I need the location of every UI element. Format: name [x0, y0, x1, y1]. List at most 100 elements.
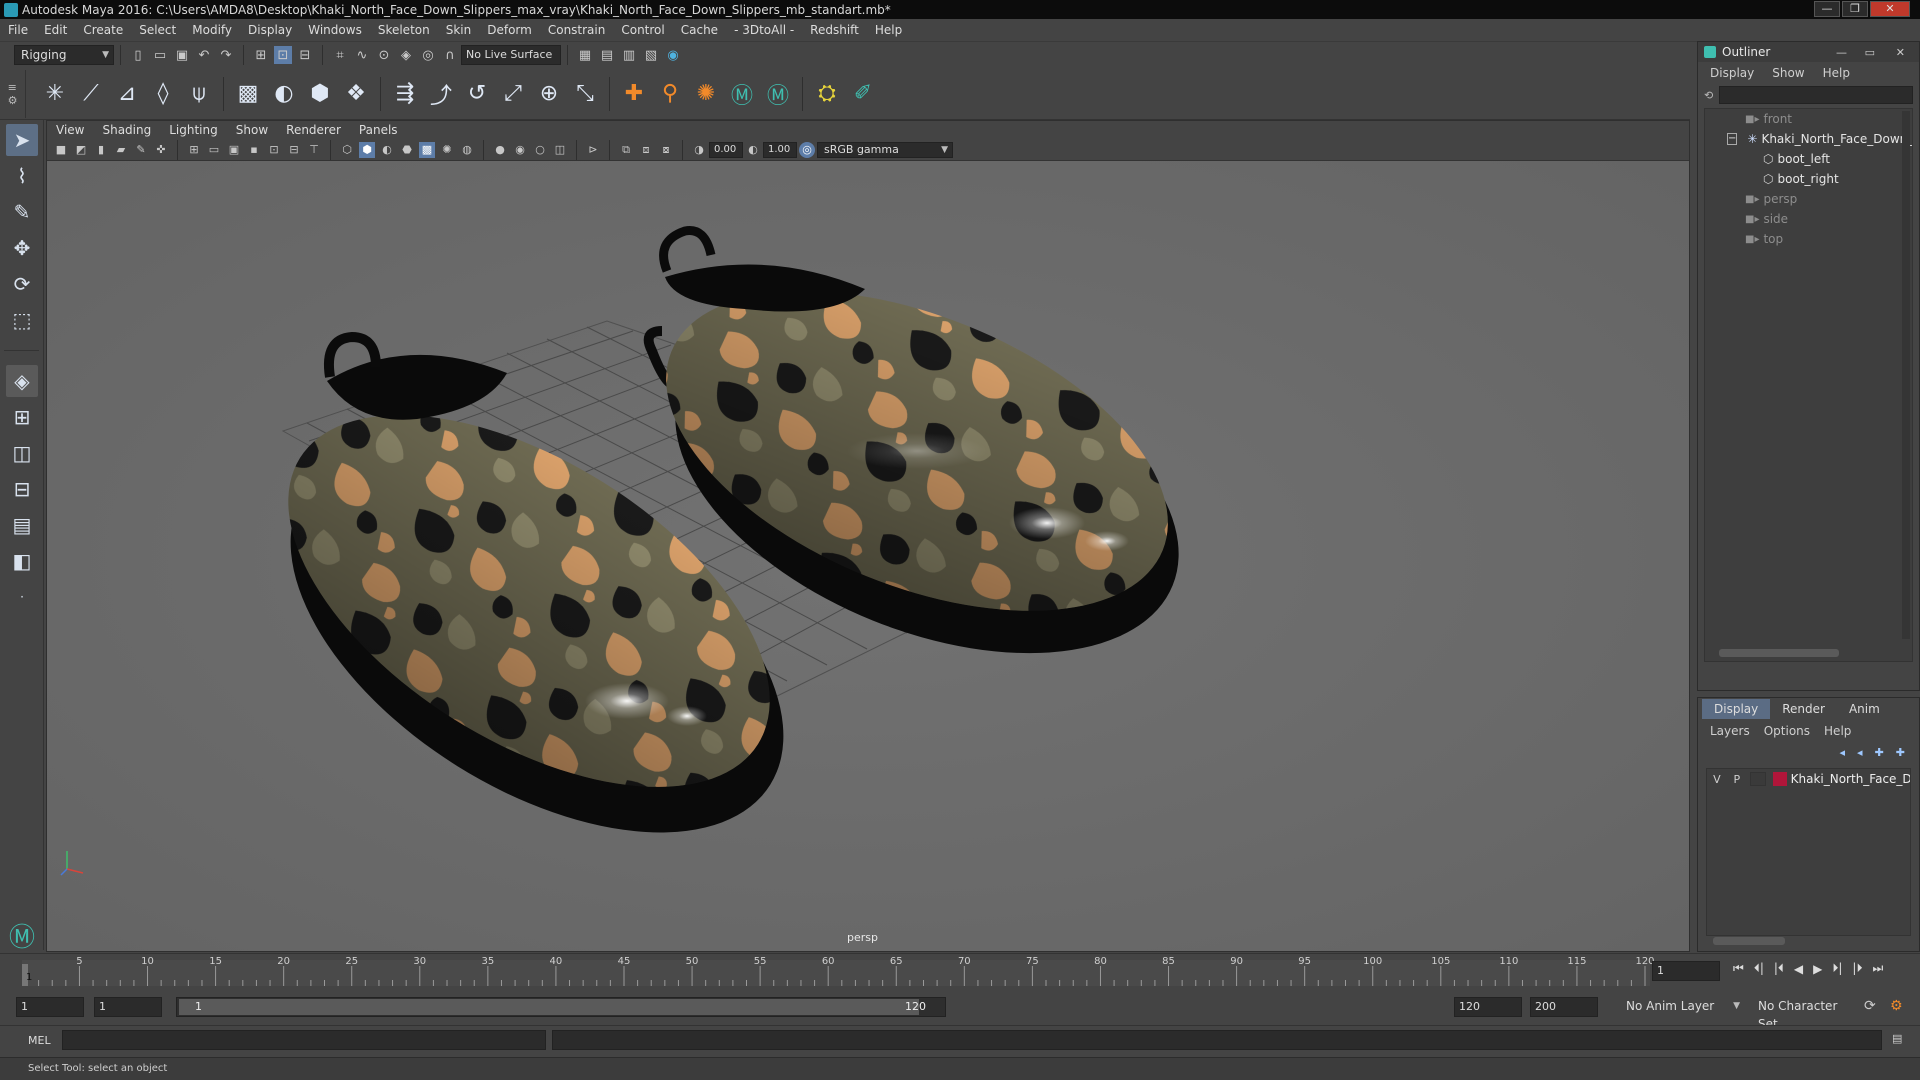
menu-edit[interactable]: Edit: [36, 23, 75, 37]
viewport-menu-panels[interactable]: Panels: [350, 123, 407, 137]
menu-cache[interactable]: Cache: [673, 23, 726, 37]
color-management-icon[interactable]: ◎: [799, 141, 815, 158]
multisample-aa-icon[interactable]: ○: [532, 142, 548, 158]
layer-menu-options[interactable]: Options: [1764, 724, 1824, 738]
menu-create[interactable]: Create: [75, 23, 131, 37]
tab-anim[interactable]: Anim: [1837, 699, 1892, 719]
character-set-dropdown[interactable]: No Character Set: [1752, 997, 1862, 1031]
viewport-menu-renderer[interactable]: Renderer: [277, 123, 350, 137]
outliner-menu-help[interactable]: Help: [1811, 66, 1862, 80]
range-bar-handle[interactable]: [179, 999, 919, 1015]
layer-color-swatch[interactable]: [1772, 772, 1787, 786]
pole-vector-icon[interactable]: ⤡: [570, 79, 600, 109]
outliner-item-boot-left[interactable]: ⬡ boot_left: [1705, 149, 1912, 169]
render-frame-icon[interactable]: ▦: [576, 46, 594, 64]
playback-end-field[interactable]: 120: [1454, 997, 1522, 1017]
menu-modify[interactable]: Modify: [184, 23, 240, 37]
layer-row[interactable]: V P Khaki_North_Face_Dov: [1707, 769, 1910, 789]
move-layer-up-icon[interactable]: ◂: [1840, 746, 1846, 759]
paint-weights-icon[interactable]: ◐: [269, 79, 299, 109]
outliner-item-boot-right[interactable]: ⬡ boot_right: [1705, 169, 1912, 189]
current-frame-field[interactable]: 1: [1652, 961, 1720, 981]
viewport-menu-view[interactable]: View: [47, 123, 93, 137]
outliner-item-top[interactable]: ■▸ top: [1705, 229, 1912, 249]
layer-visibility-toggle[interactable]: V: [1707, 773, 1727, 786]
close-icon[interactable]: ✕: [1896, 46, 1905, 59]
live-surface-field[interactable]: No Live Surface: [461, 45, 561, 65]
gamma-field[interactable]: 1.00: [763, 141, 797, 158]
exposure-field[interactable]: 0.00: [709, 141, 743, 158]
select-tool-icon[interactable]: ➤: [6, 124, 38, 156]
menu-skeleton[interactable]: Skeleton: [370, 23, 438, 37]
safe-title-icon[interactable]: ⊤: [306, 142, 322, 158]
layer-menu-layers[interactable]: Layers: [1710, 724, 1764, 738]
wireframe-on-shaded-icon[interactable]: ⬣: [399, 142, 415, 158]
anim-layer-dropdown[interactable]: No Anim Layer ▼: [1620, 997, 1744, 1017]
menu-display[interactable]: Display: [240, 23, 300, 37]
outliner-item-front[interactable]: ■▸ front: [1705, 109, 1912, 129]
wireframe-icon[interactable]: ⬡: [339, 142, 355, 158]
screen-space-ao-icon[interactable]: ●: [492, 142, 508, 158]
step-back-frame-icon[interactable]: |⏴: [1774, 961, 1784, 976]
snap-live-icon[interactable]: ◎: [419, 46, 437, 64]
outliner-search-input[interactable]: [1719, 86, 1913, 104]
shelf-menu-icon[interactable]: ≡ ⚙: [0, 69, 26, 118]
2d-pan-zoom-icon[interactable]: ✜: [153, 142, 169, 158]
tab-display[interactable]: Display: [1702, 699, 1771, 719]
new-layer-selected-icon[interactable]: ✚: [1896, 746, 1905, 759]
grid-icon[interactable]: ⊞: [186, 142, 202, 158]
textured-icon[interactable]: ▩: [419, 141, 435, 158]
xray-joints-icon[interactable]: ⧈: [638, 142, 654, 158]
grease-pencil-icon[interactable]: ✎: [133, 142, 149, 158]
joint-tool-icon[interactable]: ✳: [40, 79, 70, 109]
animation-start-field[interactable]: 1: [16, 997, 84, 1017]
xray-components-icon[interactable]: ⧇: [658, 142, 674, 158]
undo-icon[interactable]: ↶: [195, 46, 213, 64]
menuset-dropdown[interactable]: Rigging ▼: [14, 45, 114, 65]
command-language-label[interactable]: MEL: [28, 1034, 51, 1047]
isolate-select-icon[interactable]: ⊳: [585, 142, 601, 158]
snap-grid-icon[interactable]: ⌗: [331, 46, 349, 64]
default-material-icon[interactable]: ◐: [379, 142, 395, 158]
outliner-layout-icon[interactable]: ◧: [6, 545, 38, 577]
color-space-dropdown[interactable]: sRGB gamma ▼: [817, 141, 953, 158]
image-plane-icon[interactable]: ▰: [113, 142, 129, 158]
animation-preferences-icon[interactable]: ⚙: [1890, 998, 1903, 1014]
render-view-icon[interactable]: ▤: [598, 46, 616, 64]
menu-select[interactable]: Select: [131, 23, 184, 37]
point-constraint-icon[interactable]: ⤴: [426, 79, 456, 109]
select-component-icon[interactable]: ⊟: [296, 46, 314, 64]
layer-horizontal-scrollbar[interactable]: [1713, 937, 1785, 945]
ik-handle-icon[interactable]: ⟋: [76, 79, 106, 109]
menu-help[interactable]: Help: [867, 23, 910, 37]
viewport-menu-show[interactable]: Show: [227, 123, 277, 137]
character-controls-icon[interactable]: Ⓜ: [763, 79, 793, 109]
outliner-menu-display[interactable]: Display: [1698, 66, 1766, 80]
bookmark-icon[interactable]: ▮: [93, 142, 109, 158]
maximize-button[interactable]: ❐: [1842, 1, 1868, 17]
outliner-tree[interactable]: ■▸ front − ✳ Khaki_North_Face_Down_ ⬡ bo…: [1704, 108, 1913, 662]
pose-editor-icon[interactable]: ✐: [848, 79, 878, 109]
menu-windows[interactable]: Windows: [300, 23, 370, 37]
depth-of-field-icon[interactable]: ◫: [552, 142, 568, 158]
collapse-toggle[interactable]: −: [1727, 133, 1738, 145]
menu-control[interactable]: Control: [613, 23, 672, 37]
maximize-icon[interactable]: ▭: [1865, 46, 1875, 59]
persp-outliner-layout-icon[interactable]: ▤: [6, 509, 38, 541]
shape-editor-icon[interactable]: ⛭: [812, 79, 842, 109]
range-bar[interactable]: 1 120: [176, 997, 946, 1017]
move-layer-down-icon[interactable]: ◂: [1857, 746, 1863, 759]
layer-display-type-toggle[interactable]: [1749, 772, 1766, 786]
menu-constrain[interactable]: Constrain: [540, 23, 614, 37]
go-to-end-icon[interactable]: ⏭: [1872, 961, 1883, 976]
new-empty-layer-icon[interactable]: ✚: [1875, 746, 1884, 759]
layer-menu-help[interactable]: Help: [1824, 724, 1851, 738]
snap-view-plane-icon[interactable]: ◈: [397, 46, 415, 64]
menu-skin[interactable]: Skin: [438, 23, 480, 37]
script-editor-icon[interactable]: ▤: [1892, 1032, 1902, 1045]
orient-constraint-icon[interactable]: ↺: [462, 79, 492, 109]
ipr-render-icon[interactable]: ▥: [620, 46, 638, 64]
menu-redshift[interactable]: Redshift: [802, 23, 867, 37]
scale-tool-icon[interactable]: ⬚: [6, 304, 38, 336]
render-settings-icon[interactable]: ▧: [642, 46, 660, 64]
